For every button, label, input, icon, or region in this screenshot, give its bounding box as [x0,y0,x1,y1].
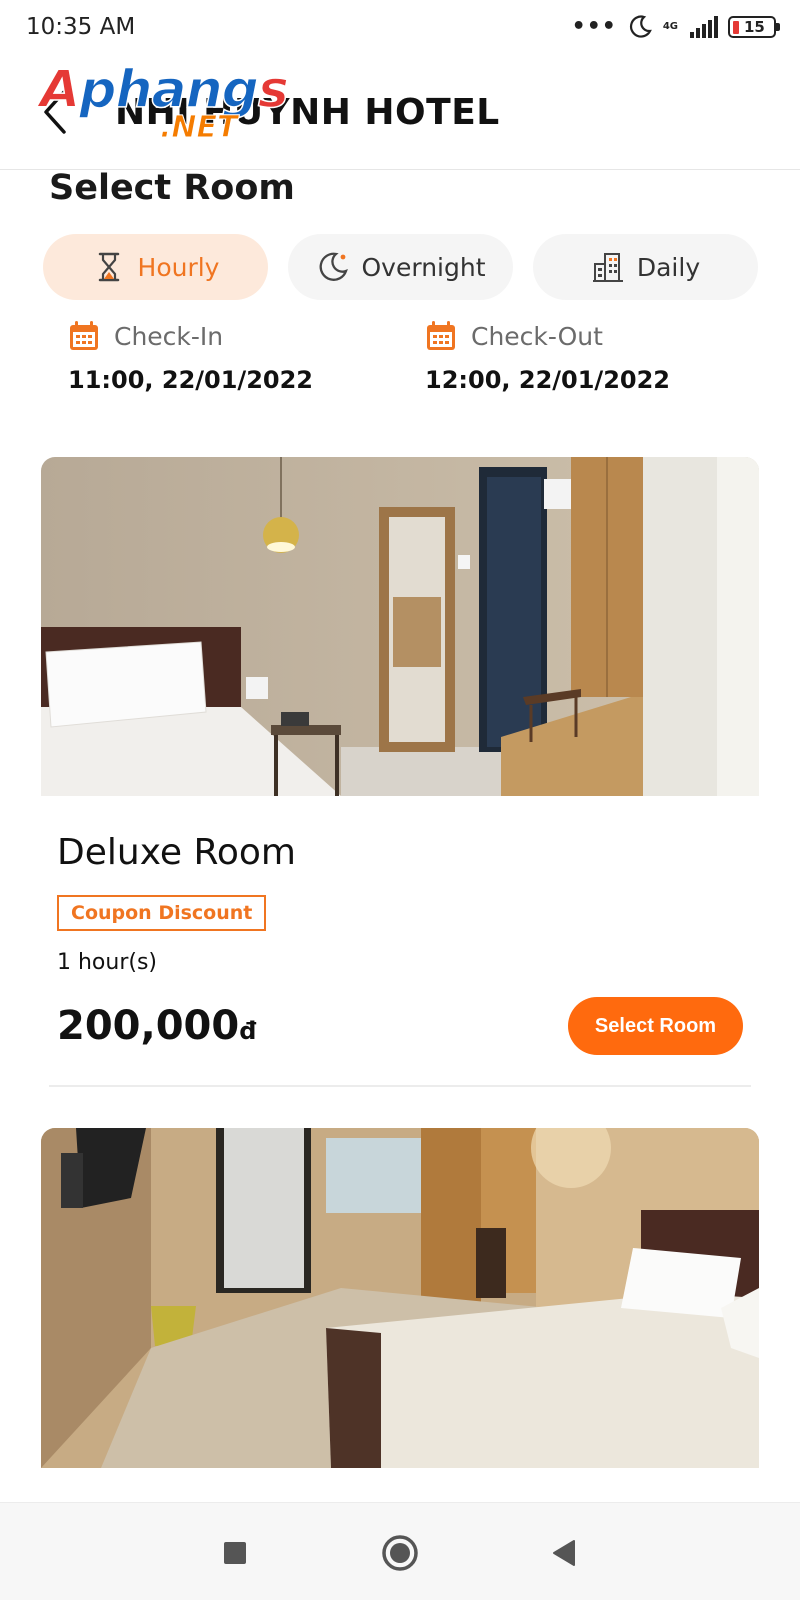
room-photo[interactable] [41,457,759,796]
card-divider [49,1085,751,1087]
check-in-value: 11:00, 22/01/2022 [68,366,313,394]
back-button[interactable] [34,80,78,140]
select-room-button[interactable]: Select Room [568,997,743,1055]
battery-level: 15 [744,18,765,36]
coupon-badge: Coupon Discount [57,895,267,931]
moon-icon [319,252,348,281]
battery-icon: 15 [728,16,780,38]
calendar-icon [427,321,455,350]
home-button[interactable] [380,1533,420,1573]
tab-daily[interactable]: Daily [533,234,758,300]
price-amount: 200,000 [57,1003,240,1049]
price-currency: đ [239,1017,257,1045]
status-icons: ••• 4G 15 [571,14,780,40]
room-duration: 1 hour(s) [57,950,158,975]
hourglass-icon [98,252,119,282]
room-photo-illustration [41,457,759,796]
calendar-icon [70,321,98,350]
check-in-field[interactable]: Check-In 11:00, 22/01/2022 [68,320,368,394]
check-out-label: Check-Out [471,321,603,351]
check-out-value: 12:00, 22/01/2022 [425,366,670,394]
booking-type-tabs: Hourly Overnight Daily [43,234,758,300]
check-in-label: Check-In [114,321,224,351]
network-type-label: 4G [662,21,678,32]
tab-overnight[interactable]: Overnight [288,234,513,300]
square-icon [224,1542,246,1564]
building-icon [592,253,623,282]
tab-overnight-label: Overnight [361,252,486,282]
more-dots-icon: ••• [571,14,617,39]
status-time: 10:35 AM [26,14,136,40]
page-title: Select Room [49,168,295,208]
system-nav-bar [0,1502,800,1600]
room-photo-illustration [41,1128,759,1468]
room-name: Deluxe Room [57,832,296,873]
signal-icon [690,16,718,38]
tab-hourly[interactable]: Hourly [43,234,268,300]
status-bar: 10:35 AM ••• 4G 15 [0,0,800,56]
recent-apps-button[interactable] [215,1533,255,1573]
room-photo[interactable] [41,1128,759,1468]
room-price: 200,000đ [57,1003,256,1049]
app-header: NHI HUỲNH HOTEL Aphangs .NET [0,56,800,170]
hotel-title: NHI HUỲNH HOTEL [115,92,500,133]
system-back-button[interactable] [545,1533,585,1573]
circle-icon [382,1535,418,1571]
tab-hourly-label: Hourly [137,252,220,282]
check-out-field[interactable]: Check-Out 12:00, 22/01/2022 [425,320,725,394]
chevron-left-icon [44,90,66,134]
tab-daily-label: Daily [636,252,701,282]
triangle-back-icon [553,1540,575,1566]
do-not-disturb-moon-icon [629,15,652,38]
